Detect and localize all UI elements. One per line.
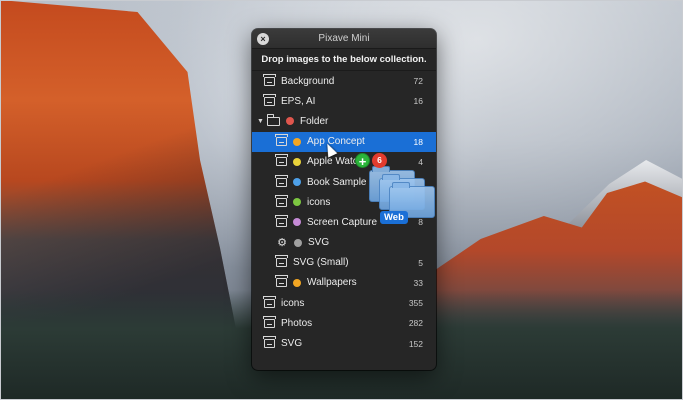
collection-tray-icon xyxy=(263,315,276,328)
collection-row[interactable]: icons 355 xyxy=(252,293,436,313)
collection-label: EPS, AI xyxy=(281,95,316,107)
collection-count: 282 xyxy=(408,318,423,329)
collection-row[interactable]: ▼ Folder xyxy=(252,111,436,131)
collection-row[interactable]: ⚙ SVG xyxy=(252,233,436,253)
collection-count: 5 xyxy=(418,257,423,268)
drag-ghost: + 6 Web xyxy=(355,152,445,232)
collection-tray-icon xyxy=(263,93,276,106)
collection-row[interactable]: SVG 152 xyxy=(252,333,436,353)
collection-tray-icon xyxy=(275,134,288,147)
collection-tray-icon xyxy=(275,275,288,288)
collection-count: 355 xyxy=(408,298,423,309)
close-button[interactable]: × xyxy=(257,33,269,45)
collection-row[interactable]: EPS, AI 16 xyxy=(252,91,436,111)
collection-tray-icon xyxy=(275,154,288,167)
color-tag-dot xyxy=(293,157,301,166)
collection-label: Folder xyxy=(300,115,329,127)
collection-label: Background xyxy=(281,75,335,87)
collection-tray-icon xyxy=(263,295,276,308)
collection-tray-icon xyxy=(263,73,276,86)
folder-icon xyxy=(267,113,280,126)
color-tag-dot xyxy=(293,218,301,227)
collection-label: Wallpapers xyxy=(307,277,357,289)
drag-label: Web xyxy=(380,211,408,224)
disclosure-triangle-icon[interactable]: ▼ xyxy=(257,118,265,125)
copy-plus-badge: + xyxy=(355,153,370,169)
collection-row[interactable]: App Concept 18 xyxy=(252,131,436,152)
color-tag-dot xyxy=(293,137,301,146)
collection-label: SVG xyxy=(308,237,330,249)
collection-count: 152 xyxy=(408,338,423,349)
collection-tray-icon xyxy=(275,194,288,207)
collection-label: App Concept xyxy=(307,136,365,148)
collection-row[interactable]: Photos 282 xyxy=(252,313,436,333)
collection-count: 18 xyxy=(413,136,423,147)
titlebar[interactable]: × Pixave Mini xyxy=(252,29,436,49)
drag-count-badge: 6 xyxy=(372,153,387,168)
collection-count: 72 xyxy=(413,76,423,87)
color-tag-dot xyxy=(294,238,302,247)
collection-tray-icon xyxy=(275,174,288,187)
collection-tray-icon xyxy=(275,214,288,227)
collection-count: 16 xyxy=(413,96,423,107)
collection-row[interactable]: Background 72 xyxy=(252,71,436,91)
collection-count: 33 xyxy=(413,277,423,288)
collection-label: Photos xyxy=(281,317,313,329)
collection-label: icons xyxy=(281,297,305,309)
collection-label: SVG xyxy=(281,338,303,350)
gear-icon: ⚙ xyxy=(277,237,287,250)
collection-tray-icon xyxy=(275,255,288,268)
collection-label: SVG (Small) xyxy=(293,257,349,269)
color-tag-dot xyxy=(293,278,301,287)
color-tag-dot xyxy=(286,117,294,126)
collection-row[interactable]: SVG (Small) 5 xyxy=(252,253,436,273)
drop-hint: Drop images to the below collection. xyxy=(252,49,436,71)
color-tag-dot xyxy=(293,178,301,187)
collection-tray-icon xyxy=(263,336,276,349)
collection-label: icons xyxy=(307,196,331,208)
color-tag-dot xyxy=(293,198,301,207)
collection-row[interactable]: Wallpapers 33 xyxy=(252,273,436,293)
window-title: Pixave Mini xyxy=(318,33,370,44)
